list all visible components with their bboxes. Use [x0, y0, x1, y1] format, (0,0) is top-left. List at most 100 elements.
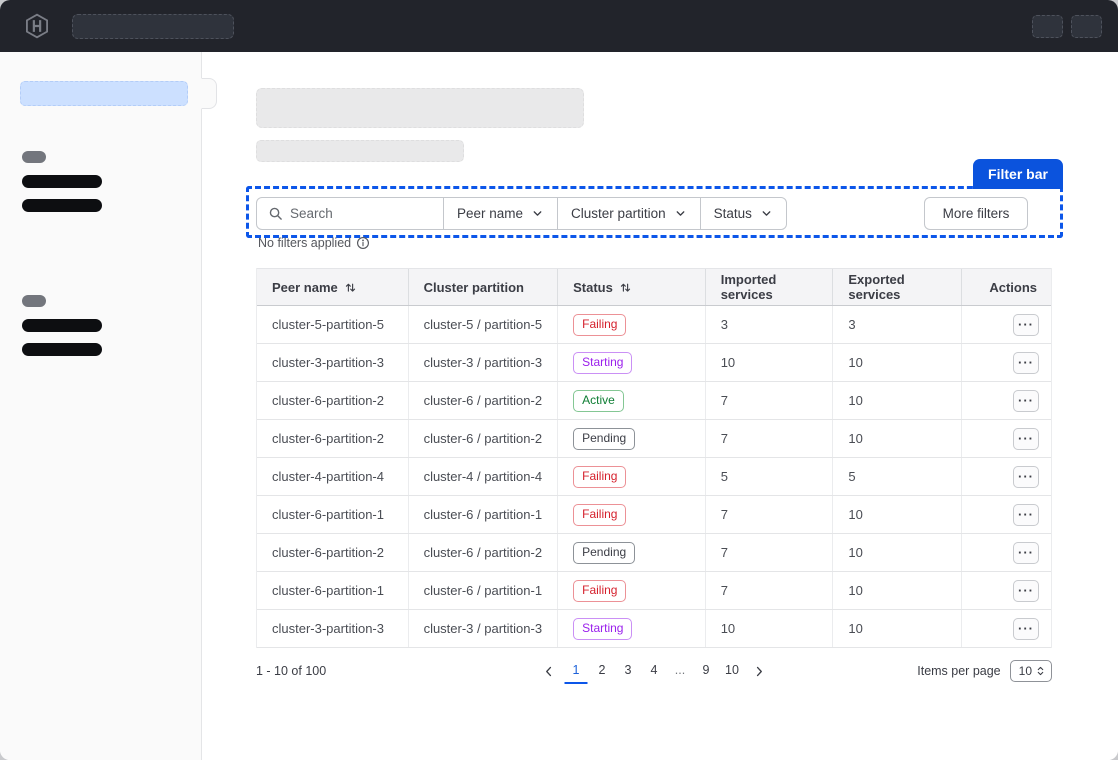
cell-peer-name: cluster-4-partition-4 [257, 458, 408, 495]
column-header-status[interactable]: Status [557, 269, 705, 305]
sort-icon [619, 281, 632, 294]
nav-action-placeholder-2[interactable] [1071, 15, 1102, 38]
page-subtitle-skeleton [256, 140, 464, 162]
status-badge: Starting [573, 352, 632, 374]
cell-exported-services: 3 [832, 306, 961, 343]
table-row: cluster-6-partition-2 cluster-6 / partit… [257, 382, 1051, 420]
cell-imported-services: 7 [705, 534, 833, 571]
table-body: cluster-5-partition-5 cluster-5 / partit… [257, 306, 1051, 648]
cell-status: Failing [557, 306, 705, 343]
chevron-down-icon [531, 207, 544, 220]
hashicorp-logo-icon [24, 13, 50, 39]
more-filters-button[interactable]: More filters [924, 197, 1028, 230]
pager-page-10[interactable]: 10 [721, 659, 744, 684]
cell-cluster-partition: cluster-5 / partition-5 [408, 306, 558, 343]
sidebar-nav-item-skeleton[interactable] [22, 343, 102, 356]
pager-page-9[interactable]: 9 [695, 659, 718, 684]
nav-action-placeholder-1[interactable] [1032, 15, 1063, 38]
items-per-page-label: Items per page [917, 664, 1000, 678]
table-row: cluster-3-partition-3 cluster-3 / partit… [257, 610, 1051, 648]
pager-page-2[interactable]: 2 [591, 659, 614, 684]
items-per-page-select[interactable]: 10 [1010, 660, 1052, 682]
filter-status: No filters applied [258, 236, 370, 250]
cell-exported-services: 10 [832, 382, 961, 419]
status-badge: Failing [573, 314, 626, 336]
pager: 1234...910 [537, 659, 772, 684]
cell-peer-name: cluster-6-partition-1 [257, 496, 408, 533]
search-field [257, 198, 443, 229]
pager-page-1[interactable]: 1 [565, 659, 588, 684]
cell-actions [961, 534, 1051, 571]
cell-actions [961, 572, 1051, 609]
results-range: 1 - 10 of 100 [256, 664, 326, 678]
info-icon[interactable] [356, 236, 370, 250]
search-input[interactable] [290, 206, 432, 221]
table-row: cluster-6-partition-2 cluster-6 / partit… [257, 420, 1051, 458]
cluster-partition-dropdown[interactable]: Cluster partition [557, 198, 700, 229]
sidebar-active-item-skeleton[interactable] [20, 81, 188, 106]
filter-bar-annotation: Filter bar [973, 159, 1063, 189]
main-content: Filter bar Peer name [202, 52, 1118, 760]
cell-peer-name: cluster-6-partition-2 [257, 534, 408, 571]
cell-imported-services: 7 [705, 382, 833, 419]
cell-imported-services: 10 [705, 610, 833, 647]
cell-cluster-partition: cluster-3 / partition-3 [408, 610, 558, 647]
row-actions-button[interactable] [1013, 390, 1039, 412]
table-row: cluster-6-partition-1 cluster-6 / partit… [257, 496, 1051, 534]
row-actions-button[interactable] [1013, 466, 1039, 488]
pager-page-4[interactable]: 4 [643, 659, 666, 684]
cell-cluster-partition: cluster-6 / partition-1 [408, 572, 558, 609]
column-header-peer-name[interactable]: Peer name [257, 269, 408, 305]
row-actions-button[interactable] [1013, 352, 1039, 374]
column-header-imported-services: Imported services [705, 269, 833, 305]
app-window: Filter bar Peer name [0, 0, 1118, 760]
cell-cluster-partition: cluster-3 / partition-3 [408, 344, 558, 381]
peer-name-dropdown-label: Peer name [457, 206, 523, 221]
nav-search-placeholder[interactable] [72, 14, 234, 39]
column-header-exported-services: Exported services [832, 269, 961, 305]
table-header: Peer name Cluster partition Status [257, 268, 1051, 306]
sidebar-nav-item-skeleton[interactable] [22, 199, 102, 212]
row-actions-button[interactable] [1013, 314, 1039, 336]
sidebar-nav-item-skeleton[interactable] [22, 319, 102, 332]
chevron-down-icon [760, 207, 773, 220]
cell-actions [961, 458, 1051, 495]
cell-status: Failing [557, 496, 705, 533]
sidebar-collapse-handle[interactable] [201, 78, 217, 109]
cell-peer-name: cluster-6-partition-2 [257, 382, 408, 419]
cell-actions [961, 382, 1051, 419]
sidebar-nav-item-skeleton[interactable] [22, 175, 102, 188]
peer-name-dropdown[interactable]: Peer name [443, 198, 557, 229]
cell-status: Pending [557, 420, 705, 457]
cell-exported-services: 5 [832, 458, 961, 495]
cluster-partition-dropdown-label: Cluster partition [571, 206, 666, 221]
status-badge: Failing [573, 466, 626, 488]
cell-cluster-partition: cluster-4 / partition-4 [408, 458, 558, 495]
cell-exported-services: 10 [832, 534, 961, 571]
row-actions-button[interactable] [1013, 504, 1039, 526]
cell-peer-name: cluster-6-partition-1 [257, 572, 408, 609]
column-header-actions: Actions [961, 269, 1051, 305]
peers-table: Peer name Cluster partition Status [256, 268, 1052, 648]
row-actions-button[interactable] [1013, 618, 1039, 640]
pager-next-button[interactable] [747, 661, 772, 682]
pager-page-3[interactable]: 3 [617, 659, 640, 684]
items-per-page: Items per page 10 [917, 660, 1052, 682]
pager-previous-button[interactable] [537, 661, 562, 682]
navbar-actions [1032, 15, 1102, 38]
cell-actions [961, 610, 1051, 647]
cell-exported-services: 10 [832, 344, 961, 381]
cell-cluster-partition: cluster-6 / partition-1 [408, 496, 558, 533]
status-dropdown[interactable]: Status [700, 198, 786, 229]
row-actions-button[interactable] [1013, 542, 1039, 564]
cell-peer-name: cluster-5-partition-5 [257, 306, 408, 343]
sort-icon [344, 281, 357, 294]
row-actions-button[interactable] [1013, 580, 1039, 602]
cell-status: Starting [557, 610, 705, 647]
row-actions-button[interactable] [1013, 428, 1039, 450]
cell-cluster-partition: cluster-6 / partition-2 [408, 420, 558, 457]
pagination-bar: 1 - 10 of 100 1234...910 Items per page … [256, 655, 1052, 687]
caret-sort-icon [1035, 665, 1046, 677]
cell-imported-services: 7 [705, 496, 833, 533]
sidebar-section-label-skeleton [22, 151, 46, 163]
